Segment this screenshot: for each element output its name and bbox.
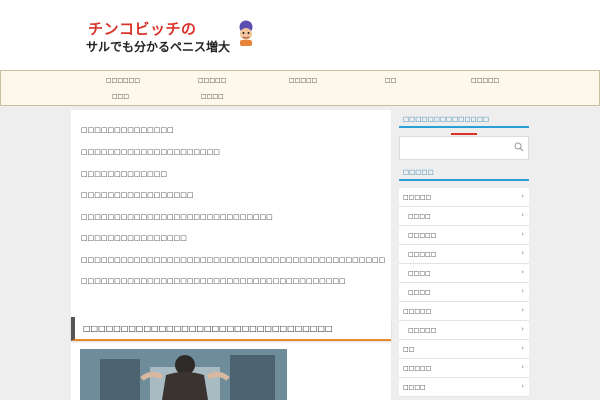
chevron-right-icon: ›: [521, 268, 524, 276]
chevron-right-icon: ›: [521, 363, 524, 371]
chevron-right-icon: ›: [521, 249, 524, 257]
content-line: □□□□□□□□□□□□□□□□□□□□□□□□□□□□□□□□□□□□□□□□: [81, 277, 346, 285]
category-label: □□□□□: [403, 365, 432, 372]
global-nav: □□□□□□ □□□□□ □□□□□ □□ □□□□□ □□□ □□□□: [0, 70, 600, 106]
chevron-right-icon: ›: [521, 325, 524, 333]
category-item[interactable]: □□□□ ›: [399, 283, 529, 302]
hero-image-illustration: [80, 349, 287, 400]
nav-item-2[interactable]: □□□□□: [198, 77, 226, 84]
search-widget-title: □□□□□□□□□□□□□□: [399, 115, 529, 128]
content-line: □□□□□□□□□□□□□□□□: [81, 234, 187, 242]
search-icon[interactable]: [514, 142, 524, 152]
chevron-right-icon: ›: [521, 287, 524, 295]
content-line: □□□□□□□□□□□□□: [81, 170, 167, 178]
category-item[interactable]: □□□□□ ›: [399, 321, 529, 340]
chevron-right-icon: ›: [521, 382, 524, 390]
section-heading: □□□□□□□□□□□□□□□□□□□□□□□□□□□□□□□□□: [71, 317, 391, 341]
category-item[interactable]: □□□□ ›: [399, 264, 529, 283]
category-item[interactable]: □□ ›: [399, 340, 529, 359]
category-item[interactable]: □□□□□ ›: [399, 245, 529, 264]
category-item[interactable]: □□□□□ ›: [399, 302, 529, 321]
site-logo[interactable]: チンコビッチの サルでも分かるペニス増大: [86, 18, 266, 60]
chevron-right-icon: ›: [521, 230, 524, 238]
nav-item-3[interactable]: □□□□□: [289, 77, 317, 84]
content-line: □□□□□□□□□□□□□□□□□□□□□□□□□□□□□□□□□□□□□□□□…: [81, 256, 386, 264]
chevron-right-icon: ›: [521, 211, 524, 219]
category-item[interactable]: □□□□ ›: [399, 378, 529, 397]
chevron-right-icon: ›: [521, 344, 524, 352]
category-label: □□□□□: [408, 232, 437, 239]
section-heading-text: □□□□□□□□□□□□□□□□□□□□□□□□□□□□□□□□□: [83, 324, 333, 333]
category-item[interactable]: □□□□□ ›: [399, 188, 529, 207]
search-accent-bar: [451, 133, 477, 135]
category-label: □□□□□: [408, 251, 437, 258]
sidebar: □□□□□□□□□□□□□□ □□□□□ □□□□□ › □□□□ › □□□□…: [399, 110, 529, 400]
category-label: □□□□□: [403, 194, 432, 201]
category-label: □□□□: [408, 270, 431, 277]
chevron-right-icon: ›: [521, 306, 524, 314]
category-label: □□□□□: [408, 327, 437, 334]
nav-item-5[interactable]: □□□□□: [471, 77, 499, 84]
category-label: □□□□□: [403, 308, 432, 315]
logo-subtitle: サルでも分かるペニス増大: [86, 40, 231, 54]
category-label: □□□□: [408, 289, 431, 296]
content-line: □□□□□□□□□□□□□□: [81, 126, 174, 134]
site-header: チンコビッチの サルでも分かるペニス増大: [0, 0, 600, 70]
nav-item-4[interactable]: □□: [385, 77, 396, 84]
category-widget-title: □□□□□: [399, 168, 529, 181]
category-item[interactable]: □□□□ ›: [399, 207, 529, 226]
content-line: □□□□□□□□□□□□□□□□□□□□□: [81, 148, 220, 156]
article-hero-image: [80, 349, 287, 400]
category-label: □□: [403, 346, 415, 353]
nav-item-6[interactable]: □□□: [112, 93, 129, 100]
nav-item-1[interactable]: □□□□□□: [106, 77, 140, 84]
category-label: □□□□: [403, 384, 426, 391]
category-item[interactable]: □□□□□ ›: [399, 359, 529, 378]
category-item[interactable]: □□□□□ ›: [399, 226, 529, 245]
category-label: □□□□: [408, 213, 431, 220]
mascot-icon: [239, 20, 253, 46]
chevron-right-icon: ›: [521, 192, 524, 200]
content-line: □□□□□□□□□□□□□□□□□: [81, 191, 194, 199]
logo-title: チンコビッチの: [88, 20, 197, 38]
content-line: □□□□□□□□□□□□□□□□□□□□□□□□□□□□□: [81, 213, 273, 221]
main-content: □□□□□□□□□□□□□□ □□□□□□□□□□□□□□□□□□□□□ □□□…: [71, 110, 391, 400]
search-input[interactable]: [399, 136, 529, 160]
nav-item-7[interactable]: □□□□: [201, 93, 224, 100]
